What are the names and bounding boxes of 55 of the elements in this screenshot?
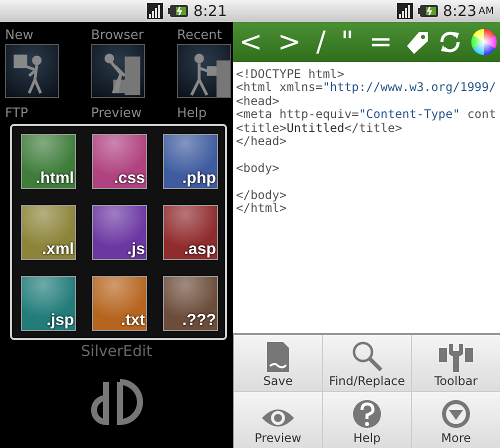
stick-figure-icon[interactable] [91, 44, 145, 98]
code-line: </body> [236, 186, 287, 202]
color-wheel-icon[interactable] [470, 28, 498, 56]
code-line: </head> [236, 135, 287, 148]
menu-item[interactable]: Toolbar [412, 335, 500, 391]
stick-figure-icon[interactable] [5, 44, 59, 98]
home-label: Browser [91, 28, 145, 44]
file-type-tile[interactable]: .??? [163, 276, 218, 331]
file-type-tile[interactable]: .asp [163, 205, 218, 260]
menu-item[interactable]: Preview [234, 392, 322, 448]
logo-icon [90, 378, 146, 426]
insert-symbol-button[interactable]: = [364, 25, 396, 59]
menu-item[interactable]: Help [323, 392, 411, 448]
menu-item[interactable]: More [412, 392, 500, 448]
status-ampm: AM [478, 6, 494, 16]
code-line: <html xmlns="http://www.w3.org/1999/ [236, 81, 496, 95]
signal-icon [147, 3, 164, 19]
home-label: Recent [177, 28, 223, 44]
search-icon [351, 340, 383, 372]
code-line: <title>Untitled</title> [236, 122, 402, 136]
file-type-tile[interactable]: .html [21, 134, 76, 189]
file-type-tile[interactable]: .css [92, 134, 147, 189]
insert-symbol-button[interactable]: / [312, 25, 330, 59]
status-time: 8:21 [193, 2, 227, 20]
code-line: </html> [236, 202, 287, 216]
insert-symbol-button[interactable]: > [274, 25, 306, 59]
more-icon [441, 399, 471, 429]
file-type-tile[interactable]: .txt [92, 276, 147, 331]
code-line: <!DOCTYPE html> [236, 68, 344, 82]
code-editor[interactable]: <!DOCTYPE html> <html xmlns="http://www.w3.org/1999/ <head> <meta http-equiv="Content-Type" cont <title>Untitled</title> </head> <body> </body> </html> [233, 62, 500, 333]
insert-symbol-button[interactable]: < [235, 25, 266, 59]
code-line: <body> [236, 160, 280, 176]
home-label: Help [177, 106, 208, 122]
menu-item[interactable]: Find/Replace [323, 335, 411, 391]
battery-icon [418, 4, 438, 18]
status-time: 8:23 [442, 2, 477, 20]
stick-figure-icon[interactable] [177, 44, 231, 98]
home-label: FTP [5, 106, 30, 122]
app-name: SilverEdit [80, 342, 152, 360]
signal-icon [396, 3, 413, 19]
file-type-tile[interactable]: .jsp [21, 276, 76, 331]
help-icon [352, 399, 382, 429]
file-type-tile[interactable]: .js [92, 205, 147, 260]
file-type-tile[interactable]: .php [163, 134, 218, 189]
wrench-icon [439, 342, 473, 372]
code-line: <head> [236, 94, 280, 108]
code-line: <meta http-equiv="Content-Type" cont [236, 108, 496, 122]
home-label: Preview [91, 106, 143, 122]
sd-card-icon [265, 342, 291, 372]
file-type-tile[interactable]: .xml [21, 205, 76, 260]
insert-symbol-button[interactable]: " [336, 25, 358, 59]
home-label: New [5, 28, 34, 44]
battery-icon [168, 4, 188, 18]
eye-icon [261, 407, 295, 429]
menu-item[interactable]: Save [234, 335, 322, 391]
